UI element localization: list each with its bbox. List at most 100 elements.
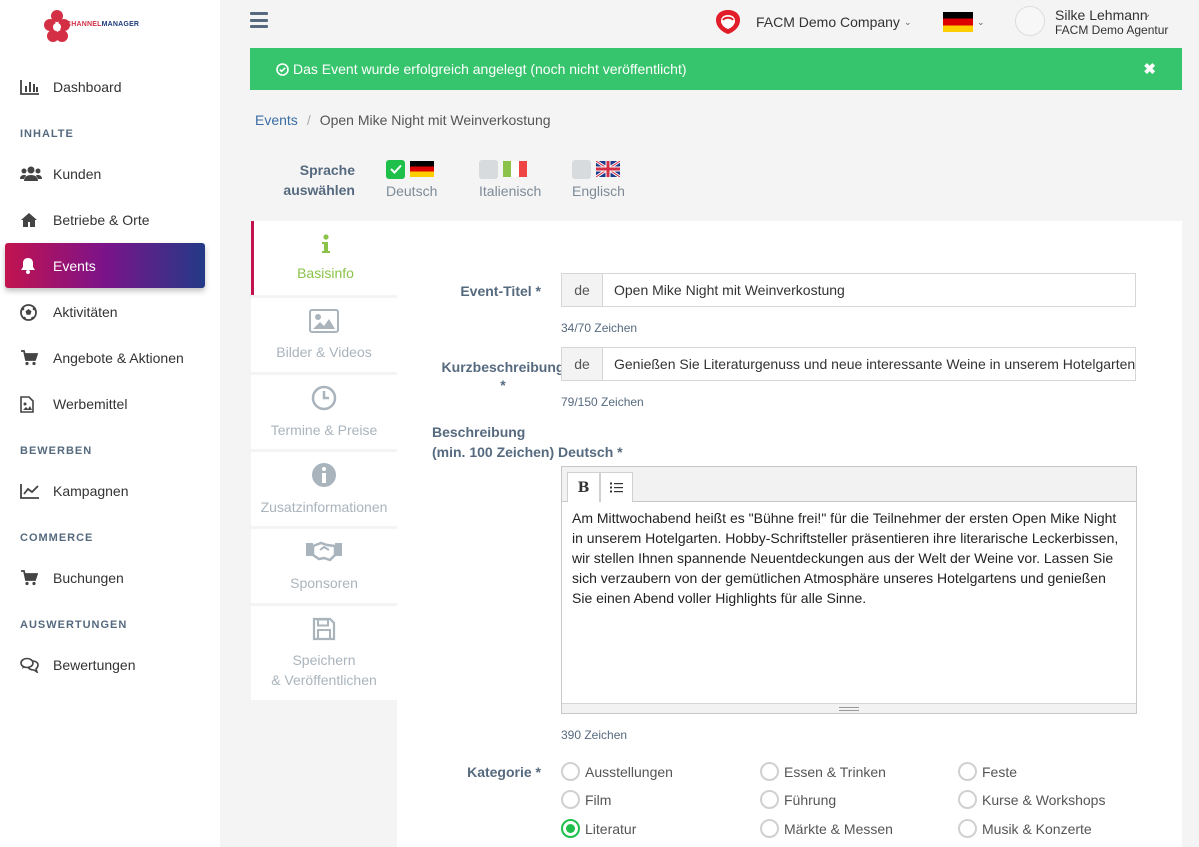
bell-icon [20,257,42,274]
image-icon [309,308,339,338]
sidebar-item-werbemittel[interactable]: Werbemittel [20,392,127,416]
category-option-film[interactable]: Film [561,790,611,809]
logo[interactable]: CHANNELMANAGER [44,6,144,46]
radio-icon[interactable] [958,762,977,781]
category-option-kurse-workshops[interactable]: Kurse & Workshops [958,790,1105,809]
category-option-ausstellungen[interactable]: Ausstellungen [561,762,673,781]
checkbox-checked-icon[interactable] [386,159,405,179]
editor-toolbar: B [562,467,1136,502]
tab-basisinfo[interactable]: Basisinfo [251,221,397,295]
sidebar-item-events[interactable]: Events [5,243,205,288]
image-file-icon [20,395,42,413]
tab-label: Zusatzinformationen [260,498,388,515]
tab-label: & Veröffentlichen [271,671,377,688]
checkbox-icon[interactable] [572,159,591,179]
short-description-counter: 79/150 Zeichen [561,395,644,409]
description-editor[interactable]: B Am Mittwochabend heißt es "Bühne frei!… [561,466,1137,714]
sidebar-item-label: Events [53,257,96,274]
language-option-label: Italienisch [479,183,542,199]
sidebar-item-kampagnen[interactable]: Kampagnen [20,479,129,503]
check-circle-icon [276,62,289,76]
company-switcher[interactable]: FACM Demo Company ⌄ [713,8,911,36]
radio-icon[interactable] [561,790,580,809]
category-option-fuehrung[interactable]: Führung [760,790,836,809]
breadcrumb-link-events[interactable]: Events [255,112,298,128]
flag-uk-icon [596,161,620,177]
language-select-label: Sprache auswählen [283,162,355,198]
list-icon [610,482,623,493]
radio-icon[interactable] [561,762,580,781]
event-title-input[interactable]: Open Mike Night mit Weinverkostung [603,274,1135,306]
language-switcher[interactable]: ⌄ [943,12,985,32]
language-addon: de [562,348,603,380]
language-option-deutsch[interactable]: Deutsch [386,159,438,199]
tab-sponsoren[interactable]: Sponsoren [251,529,397,603]
short-description-input[interactable]: Genießen Sie Literaturgenuss und neue in… [603,348,1135,380]
radio-checked-icon[interactable] [561,819,580,838]
description-textarea[interactable]: Am Mittwochabend heißt es "Bühne frei!" … [562,502,1136,614]
tab-label: Sponsoren [290,574,358,591]
chevron-down-icon: ⌄ [977,16,985,27]
save-icon [312,617,336,646]
menu-toggle-icon[interactable] [250,12,268,28]
tab-zusatzinformationen[interactable]: Zusatzinformationen [251,452,397,526]
section-inhalte: INHALTE [20,128,74,140]
radio-icon[interactable] [760,762,779,781]
flag-de-icon [410,161,434,177]
radio-icon[interactable] [760,790,779,809]
tab-bilder-videos[interactable]: Bilder & Videos [251,298,397,372]
sidebar-item-label: Betriebe & Orte [53,212,150,228]
sidebar-item-angebote[interactable]: Angebote & Aktionen [20,346,184,370]
list-button[interactable] [600,472,633,502]
bold-button[interactable]: B [567,472,600,502]
sidebar-item-buchungen[interactable]: Buchungen [20,566,124,590]
user-name[interactable]: Silke Lehmann [1055,7,1148,23]
sidebar-item-label: Bewertungen [53,657,136,673]
language-option-label: Englisch [572,183,625,199]
event-form-panel: Event-Titel * de Open Mike Night mit Wei… [397,221,1182,847]
breadcrumb: Events / Open Mike Night mit Weinverkost… [255,112,551,128]
avatar[interactable] [1015,6,1045,36]
short-description-field[interactable]: de Genießen Sie Literaturgenuss und neue… [561,347,1136,381]
language-option-italienisch[interactable]: Italienisch [479,159,542,199]
close-icon[interactable]: ✖ [1143,60,1156,78]
info-circle-icon [311,462,337,493]
flag-de-icon [943,12,973,32]
breadcrumb-separator: / [306,112,311,128]
tab-speichern[interactable]: Speichern & Veröffentlichen [251,606,397,700]
section-auswertungen: AUSWERTUNGEN [20,619,128,631]
comments-icon [20,656,42,674]
chevron-down-icon[interactable]: ⌄ [1143,9,1151,20]
tab-label: Termine & Preise [270,421,378,438]
sidebar-item-label: Kampagnen [53,483,129,499]
category-option-musik-konzerte[interactable]: Musik & Konzerte [958,819,1092,838]
category-option-essen-trinken[interactable]: Essen & Trinken [760,762,886,781]
success-alert: Das Event wurde erfolgreich angelegt (no… [250,48,1182,90]
event-title-counter: 34/70 Zeichen [561,321,638,335]
user-org: FACM Demo Agentur [1055,23,1169,37]
radio-icon[interactable] [958,790,977,809]
sidebar-item-label: Buchungen [53,570,124,586]
tab-termine-preise[interactable]: Termine & Preise [251,375,397,449]
resize-handle[interactable] [562,703,1136,713]
category-option-literatur[interactable]: Literatur [561,819,636,838]
sidebar: CHANNELMANAGER Dashboard INHALTE Kunden … [0,0,220,847]
flag-it-icon [503,161,527,177]
sidebar-item-betriebe[interactable]: Betriebe & Orte [20,208,150,232]
sidebar-item-bewertungen[interactable]: Bewertungen [20,653,136,677]
language-option-label: Deutsch [386,183,438,199]
section-commerce: COMMERCE [20,532,94,544]
sidebar-item-label: Dashboard [53,79,122,95]
breadcrumb-current: Open Mike Night mit Weinverkostung [319,112,551,128]
category-option-maerkte-messen[interactable]: Märkte & Messen [760,819,893,838]
sidebar-item-kunden[interactable]: Kunden [20,162,101,186]
checkbox-icon[interactable] [479,159,498,179]
description-counter: 390 Zeichen [561,728,628,742]
event-title-field[interactable]: de Open Mike Night mit Weinverkostung [561,273,1136,307]
radio-icon[interactable] [760,819,779,838]
language-option-englisch[interactable]: Englisch [572,159,625,199]
radio-icon[interactable] [958,819,977,838]
category-option-feste[interactable]: Feste [958,762,1017,781]
sidebar-item-dashboard[interactable]: Dashboard [20,75,122,99]
sidebar-item-aktivitaeten[interactable]: Aktivitäten [20,300,118,324]
